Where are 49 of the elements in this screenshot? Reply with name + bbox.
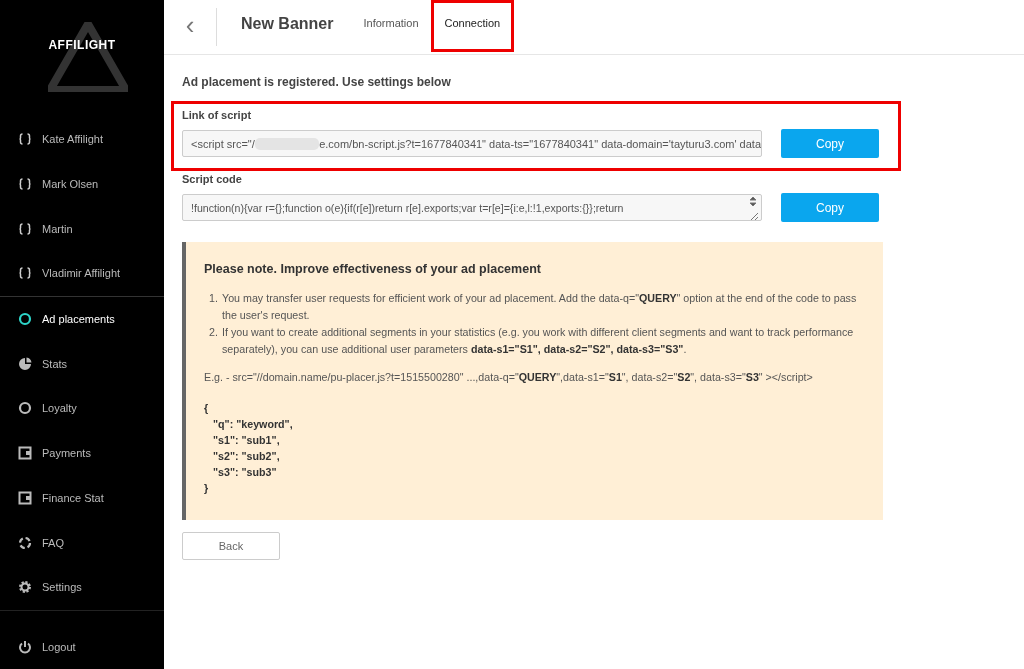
sidebar-item[interactable]: Kate Affilight [0,117,164,162]
tab[interactable]: Information [351,0,431,54]
braces-icon [18,132,32,147]
sidebar-item[interactable]: Martin [0,206,164,252]
sidebar-item[interactable]: Mark Olsen [0,161,164,207]
code-line: "s3": "sub3" [212,465,278,480]
circle-icon [18,312,32,327]
circle-icon [18,401,32,416]
tab[interactable]: Connection [430,0,515,52]
script-link-field[interactable]: <script src="/ e.com/bn-script.js?t=1677840341" data-ts="1677840341" data-domain='tayturu3.com' data [182,130,762,157]
wallet-icon [18,446,32,461]
triangle-logo-icon [48,22,128,92]
logo-text: AFFILIGHT [48,38,116,52]
sidebar-item[interactable]: Settings [0,564,164,610]
note-text: If you want to create additional segments in your statistics (e.g. you work with different client segments and want to track performance separately), you can use additional user parameters data-s1="S1", data-s2="S2", data-s3="S3". [222,325,855,357]
status-message: Ad placement is registered. Use settings below [182,75,452,89]
braces-icon [18,221,32,236]
code-line: "s2": "sub2", [212,449,281,464]
code-line: "q": "keyword", [212,417,294,432]
settings-icon [18,580,32,595]
power-icon [18,639,32,654]
code-line: { [204,401,210,416]
field-label: Link of script [182,109,253,121]
wallet-icon [18,490,32,505]
note-title: Please note. Improve effectiveness of your ad placement [204,262,542,276]
sidebar-item[interactable]: Logout [0,624,164,669]
dashed-circle-icon [18,535,32,550]
back-button[interactable]: Back [182,532,280,560]
field-label: Script code [182,173,243,185]
back-arrow-button[interactable]: ‹ [164,8,217,46]
sidebar-item[interactable]: Loyalty [0,386,164,431]
sidebar-item[interactable]: Stats [0,341,164,387]
sidebar-item[interactable]: Ad placements [0,296,164,342]
braces-icon [18,266,32,281]
note-text: You may transfer user requests for efficient work of your ad placement. Add the data-q="QUERY" option at the end of the code to pass the user's request. [222,291,858,323]
code-line: } [204,481,210,496]
sidebar-item[interactable]: Finance Stat [0,475,164,521]
sidebar-item[interactable]: FAQ [0,520,164,565]
pie-chart-icon [18,356,32,371]
example-text: E.g. - src="//domain.name/pu-placer.js?t=1515500280" ...,data-q="QUERY",data-s1="S1", data-s2="S2", data-s3="S3" ></script> [204,371,814,383]
sidebar-item[interactable]: Payments [0,430,164,476]
code-line: "s1": "sub1", [212,433,281,448]
list-number: 1. [208,291,218,306]
script-code-field[interactable]: !function(n){var r={};function o(e){if(r[e])return r[e].exports;var t=r[e]={i:e,l:!1,exports:{}};return [182,194,762,221]
page-title: New Banner [241,15,334,33]
braces-icon [18,177,32,192]
list-number: 2. [208,325,218,340]
resize-handle-icon[interactable] [747,195,759,220]
sidebar-item[interactable]: Vladimir Affilight [0,251,164,296]
